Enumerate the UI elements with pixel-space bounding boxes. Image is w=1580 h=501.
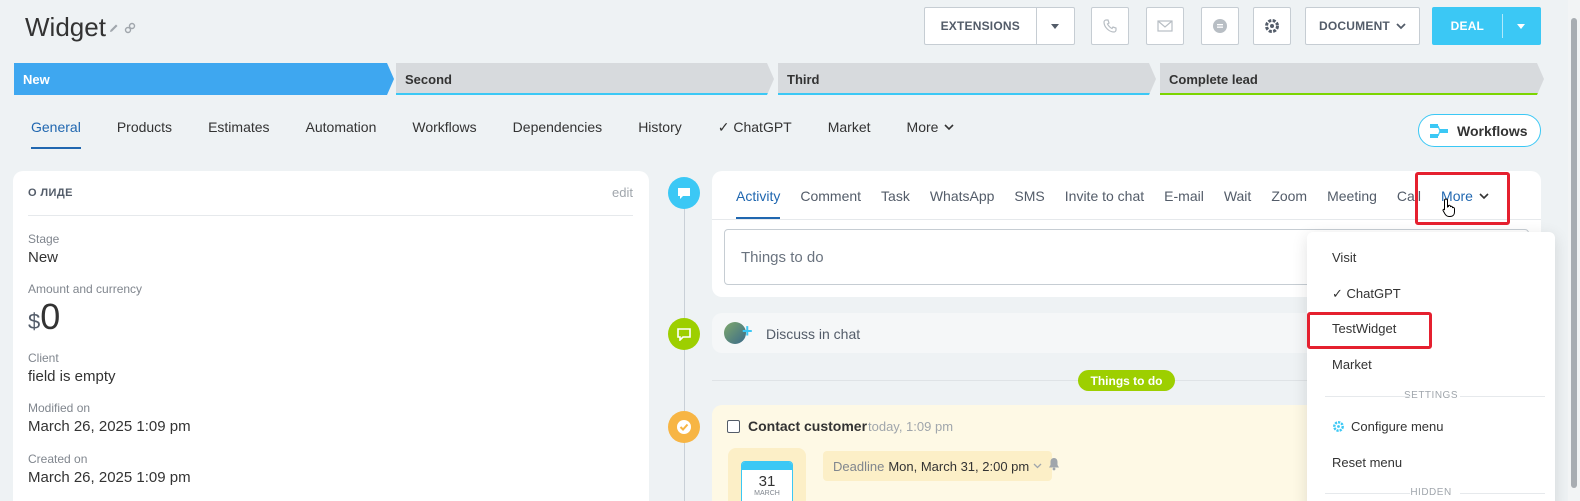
document-button[interactable]: DOCUMENT [1305, 7, 1420, 45]
tab-email[interactable]: E-mail [1164, 188, 1204, 219]
about-panel: О ЛИДЕ edit Stage New Amount and currenc… [13, 171, 649, 501]
highlight-more-tab [1415, 172, 1510, 225]
task-dot [668, 411, 700, 443]
stage-complete-lead[interactable]: Complete lead [1160, 63, 1544, 95]
chevron-down-icon [944, 124, 955, 131]
task-time: today, 1:09 pm [868, 419, 954, 434]
tab-estimates[interactable]: Estimates [208, 119, 269, 149]
page-header: Widget EXTENSIONS DOCUMENT DEAL [0, 0, 1580, 58]
chat-bubble-icon [1213, 19, 1227, 33]
chevron-down-icon [1396, 22, 1406, 29]
settings-button[interactable] [1253, 7, 1291, 45]
tab-automation[interactable]: Automation [306, 119, 377, 149]
tab-wait[interactable]: Wait [1224, 188, 1251, 219]
highlight-testwidget [1307, 312, 1432, 349]
panel-heading: О ЛИДЕ [28, 187, 73, 199]
workflows-button[interactable]: Workflows [1418, 114, 1541, 147]
page-scrollbar[interactable] [1568, 0, 1580, 501]
tab-general[interactable]: General [31, 119, 81, 149]
field-amount[interactable]: Amount and currency $ 0 [28, 282, 142, 338]
main-tabs: General Products Estimates Automation Wo… [31, 119, 990, 149]
things-to-do-badge: Things to do [1078, 370, 1175, 391]
deal-button[interactable]: DEAL [1432, 7, 1541, 45]
tab-zoom[interactable]: Zoom [1271, 188, 1307, 219]
chat-icon [677, 327, 691, 341]
chevron-down-icon[interactable] [1503, 23, 1540, 29]
chevron-down-icon[interactable] [1037, 23, 1075, 29]
tab-more[interactable]: More [907, 119, 955, 149]
envelope-icon [1157, 20, 1173, 32]
field-created: Created on March 26, 2025 1:09 pm [28, 452, 191, 486]
tab-task[interactable]: Task [881, 188, 910, 219]
field-stage[interactable]: Stage New [28, 232, 59, 266]
tab-activity[interactable]: Activity [736, 188, 781, 219]
tab-whatsapp[interactable]: WhatsApp [930, 188, 995, 219]
tab-comment[interactable]: Comment [800, 188, 861, 219]
tab-workflows[interactable]: Workflows [412, 119, 476, 149]
menu-item-visit[interactable]: Visit [1332, 250, 1356, 265]
tab-meeting[interactable]: Meeting [1327, 188, 1377, 219]
activity-tabs: Activity Comment Task WhatsApp SMS Invit… [736, 188, 1509, 219]
tab-history[interactable]: History [638, 119, 682, 149]
page-title: Widget [25, 12, 106, 42]
activity-dot [668, 177, 700, 209]
reset-menu[interactable]: Reset menu [1332, 455, 1402, 470]
hand-cursor-icon [1442, 198, 1456, 223]
task-checkbox[interactable] [727, 420, 740, 433]
bell-icon[interactable] [1048, 457, 1060, 476]
link-icon[interactable] [124, 22, 136, 37]
stage-new[interactable]: New [14, 63, 394, 95]
workflow-icon [1430, 123, 1448, 138]
scrollbar-thumb[interactable] [1571, 18, 1577, 488]
more-dropdown-menu: Visit ✓ ChatGPT TestWidget Market SETTIN… [1307, 232, 1555, 501]
tab-market[interactable]: Market [828, 119, 871, 149]
phone-icon [1103, 19, 1117, 33]
deal-label: DEAL [1450, 19, 1485, 33]
menu-item-chatgpt[interactable]: ✓ ChatGPT [1332, 286, 1401, 302]
settings-heading: SETTINGS [1307, 390, 1555, 401]
extensions-button[interactable]: EXTENSIONS [924, 7, 1075, 45]
comment-icon [678, 187, 690, 199]
phone-button[interactable] [1091, 7, 1129, 45]
deadline-selector[interactable]: Deadline Mon, March 31, 2:00 pm [823, 451, 1053, 481]
tab-dependencies[interactable]: Dependencies [513, 119, 603, 149]
configure-menu[interactable]: Configure menu [1332, 419, 1444, 434]
gear-icon [1333, 421, 1344, 432]
document-label: DOCUMENT [1319, 19, 1390, 33]
chat-button[interactable] [1201, 7, 1239, 45]
check-circle-icon [677, 420, 691, 434]
mail-button[interactable] [1146, 7, 1184, 45]
hidden-heading: HIDDEN [1307, 487, 1555, 498]
tab-sms[interactable]: SMS [1014, 188, 1044, 219]
calendar-icon: 31 MARCH [741, 461, 793, 501]
field-client[interactable]: Client field is empty [28, 351, 116, 385]
task-title[interactable]: Contact customer [748, 418, 867, 434]
pencil-icon[interactable] [108, 22, 120, 37]
stage-bar: New Second Third Complete lead [14, 63, 1544, 95]
tab-invite-to-chat[interactable]: Invite to chat [1065, 188, 1144, 219]
tab-products[interactable]: Products [117, 119, 172, 149]
chevron-down-icon [1033, 463, 1042, 469]
gear-icon [1265, 19, 1279, 33]
tab-chatgpt[interactable]: ✓ ChatGPT [718, 119, 792, 149]
edit-link[interactable]: edit [612, 185, 633, 200]
menu-item-market[interactable]: Market [1332, 357, 1372, 372]
stage-second[interactable]: Second [396, 63, 774, 95]
calendar-badge: 31 MARCH [728, 448, 806, 501]
plus-icon[interactable]: + [742, 321, 753, 342]
field-modified: Modified on March 26, 2025 1:09 pm [28, 401, 191, 435]
extensions-label: EXTENSIONS [940, 19, 1020, 33]
stage-third[interactable]: Third [778, 63, 1156, 95]
chat-dot [668, 318, 700, 350]
